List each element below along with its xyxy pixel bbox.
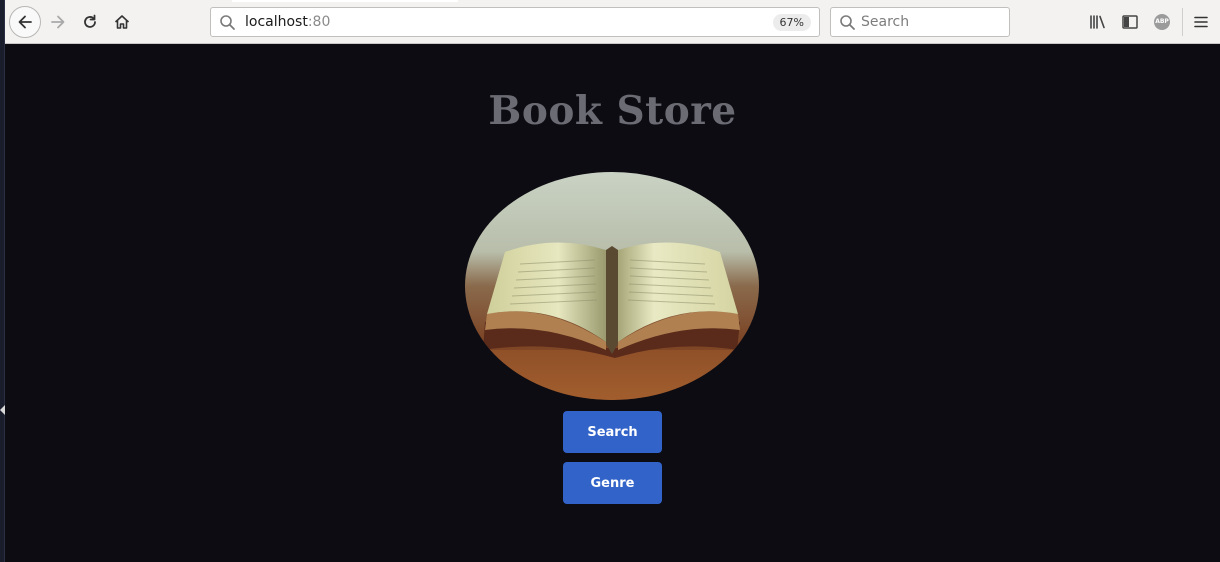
zoom-level-badge[interactable]: 67% [772,14,811,31]
back-icon [18,15,32,29]
search-button[interactable]: Search [563,411,662,453]
browser-toolbar: localhost:80 67% ABP [5,0,1220,44]
url-bar[interactable]: localhost:80 67% [210,7,820,37]
sidebar-collapse-arrow-icon[interactable] [0,405,5,415]
url-port: :80 [307,14,331,30]
url-text[interactable]: localhost:80 [245,14,330,30]
search-input[interactable] [861,12,1001,32]
library-icon [1090,15,1105,29]
library-button[interactable] [1088,12,1108,32]
back-button[interactable] [9,6,41,38]
home-button[interactable] [107,7,137,37]
page-title: Book Store [488,88,737,134]
reload-icon [84,14,96,28]
active-tab-indicator [232,0,458,2]
book-image [465,172,759,400]
toolbar-separator [1182,8,1183,36]
url-host: localhost [245,14,308,30]
search-icon [220,15,235,30]
reload-button[interactable] [75,7,105,37]
sidebar-button[interactable] [1120,12,1140,32]
sidebar-icon [1122,15,1138,29]
menu-button[interactable] [1191,12,1211,32]
adblock-icon: ABP [1154,14,1170,30]
menu-icon [1194,16,1208,28]
home-icon [114,15,130,29]
adblock-button[interactable]: ABP [1152,12,1172,32]
search-icon [840,15,855,30]
window-edge [0,0,5,562]
forward-button[interactable] [43,7,73,37]
forward-icon [51,15,65,29]
genre-button[interactable]: Genre [563,462,662,504]
search-bar[interactable] [830,7,1010,37]
